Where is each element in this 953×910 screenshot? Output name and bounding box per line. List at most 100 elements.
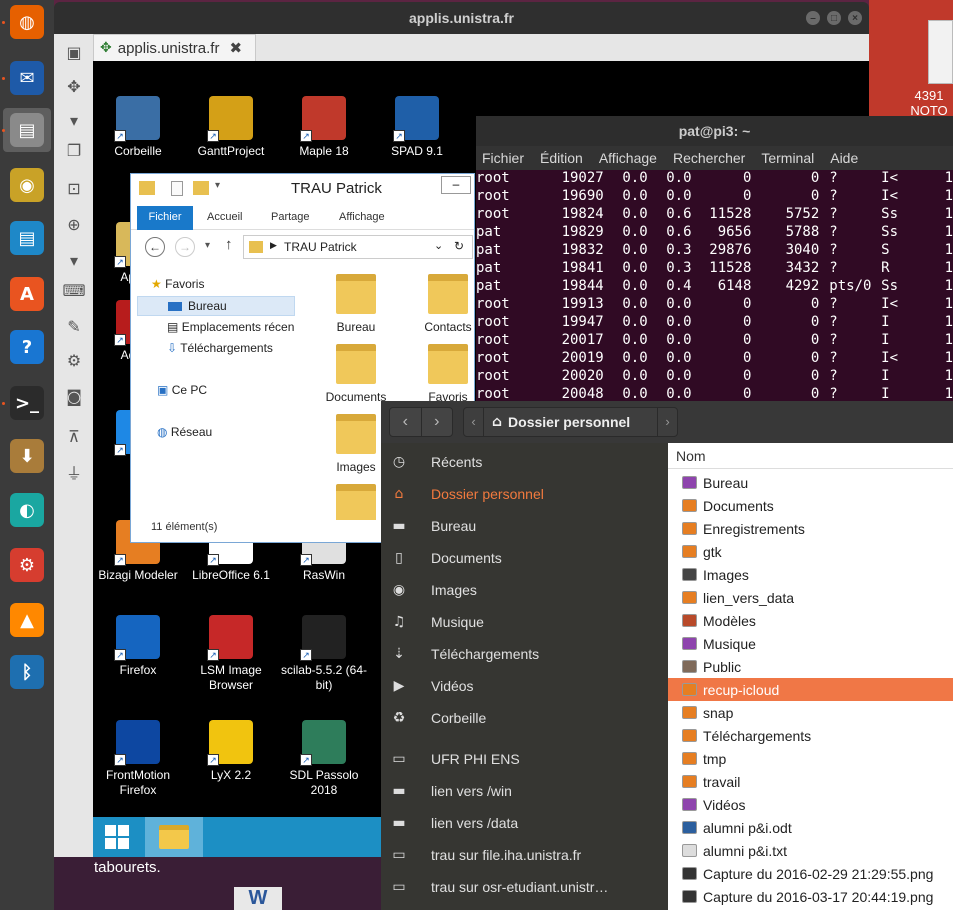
dock-item-help[interactable]: ? [3, 325, 51, 369]
terminal-menu-item[interactable]: Affichage [599, 150, 657, 166]
path-home-button[interactable]: ⌂ Dossier personnel [484, 408, 657, 436]
column-header-name[interactable]: Nom [668, 443, 953, 469]
sidebar-place[interactable]: ◷ Récents [381, 446, 668, 478]
chevron-down-icon[interactable]: ⌄ [434, 239, 443, 252]
sidebar-place[interactable]: ▭ trau sur file.iha.unistra.fr [381, 839, 668, 871]
screenshot-icon[interactable]: ◙ [62, 384, 86, 408]
desktop-file-icon[interactable] [928, 20, 953, 84]
file-row[interactable]: gtk [668, 540, 953, 563]
file-row[interactable]: Téléchargements [668, 724, 953, 747]
terminal-menu-item[interactable]: Terminal [761, 150, 814, 166]
tab-partage[interactable]: Partage [271, 211, 310, 223]
chevron-down-icon[interactable]: ▾ [62, 248, 86, 272]
file-row[interactable]: Enregistrements [668, 517, 953, 540]
sidebar-toggle-icon[interactable]: ▣ [62, 40, 86, 64]
desktop-shortcut[interactable]: ↗ GanttProject [185, 96, 277, 159]
quick-access-dropdown-icon[interactable]: ▾ [215, 180, 220, 191]
terminal-output[interactable]: root 19027 0.0 0.0 0 0? I< 1 root 19690 0.0 0.0 0 0? I… [476, 170, 953, 402]
nav-favoris[interactable]: ★ Favoris [151, 277, 204, 291]
explorer-titlebar[interactable]: ▾ TRAU Patrick – [131, 174, 474, 204]
explorer-item[interactable]: Favoris [409, 340, 475, 404]
chevron-right-icon[interactable]: › [422, 408, 453, 436]
sidebar-place[interactable]: ⇣ Téléchargements [381, 638, 668, 670]
up-button[interactable]: ↑ [225, 236, 233, 253]
file-row[interactable]: snap [668, 701, 953, 724]
file-row[interactable]: travail [668, 770, 953, 793]
minimize-icon[interactable]: ⊼ [62, 424, 86, 448]
maximize-button[interactable]: □ [827, 11, 841, 25]
desktop-shortcut[interactable]: ↗ scilab-5.5.2 (64-bit) [278, 615, 370, 693]
file-row[interactable]: alumni p&i.odt [668, 816, 953, 839]
sidebar-place[interactable]: ◉ Images [381, 574, 668, 606]
close-icon[interactable]: ✖ [229, 39, 242, 57]
fullscreen-icon[interactable]: ⊡ [62, 176, 86, 200]
sidebar-place[interactable]: ⌂ Dossier personnel [381, 478, 668, 510]
chevron-left-icon[interactable]: ‹ [464, 408, 484, 436]
dock-item-settings[interactable]: ⚙ [3, 543, 51, 587]
refresh-icon[interactable]: ↻ [454, 239, 464, 253]
chevron-right-icon[interactable]: › [657, 408, 677, 436]
back-button[interactable]: ← [145, 237, 165, 257]
desktop-shortcut[interactable]: ↗ Corbeille [92, 96, 184, 159]
minimize-button[interactable]: – [806, 11, 820, 25]
dock-item-vlc[interactable]: ▲ [3, 598, 51, 642]
dock-item-thunderbird[interactable]: ✉ [3, 56, 51, 100]
tab-affichage[interactable]: Affichage [339, 211, 385, 223]
desktop-shortcut[interactable]: ↗ Firefox [92, 615, 184, 678]
dock-item-software[interactable]: A [3, 272, 51, 316]
dock-item-remmina[interactable]: ◐ [3, 488, 51, 532]
nav-bureau[interactable]: Bureau [137, 296, 295, 316]
new-folder-icon[interactable] [193, 181, 209, 195]
windows-start-icon[interactable] [105, 825, 129, 849]
explorer-item[interactable]: Contacts [409, 270, 475, 334]
duplicate-icon[interactable]: ❐ [62, 138, 86, 162]
sidebar-place[interactable]: ▬ lien vers /win [381, 775, 668, 807]
keyboard-icon[interactable]: ⌨ [62, 278, 86, 302]
dock-item-files[interactable]: ▤ [3, 108, 51, 152]
explorer-item[interactable]: Documents [317, 340, 395, 404]
file-row[interactable]: lien_vers_data [668, 586, 953, 609]
address-bar[interactable]: ▶ TRAU Patrick ⌄ ↻ [243, 235, 473, 259]
dock-item-firefox[interactable]: ◍ [3, 0, 51, 44]
desktop-shortcut[interactable]: ↗ LyX 2.2 [185, 720, 277, 783]
word-icon[interactable]: W [234, 887, 282, 910]
properties-icon[interactable] [171, 181, 183, 196]
explorer-item[interactable]: Bureau [317, 270, 395, 334]
file-row[interactable]: tmp [668, 747, 953, 770]
sidebar-place[interactable]: ♻ Corbeille [381, 702, 668, 734]
dock-item-archive[interactable]: ⬇ [3, 434, 51, 478]
remote-window-titlebar[interactable]: applis.unistra.fr – □ × [54, 2, 869, 34]
remote-tab[interactable]: ✥ applis.unistra.fr ✖ [93, 34, 256, 61]
dock-item-bluetooth[interactable]: ᛒ [3, 650, 51, 694]
sidebar-place[interactable]: ▬ lien vers /data [381, 807, 668, 839]
nav-emplacements[interactable]: ▤ Emplacements récen [167, 320, 295, 334]
nav-reseau[interactable]: ◍ Réseau [157, 425, 212, 439]
nav-telechargements[interactable]: ⇩ Téléchargements [167, 341, 273, 355]
minimize-button[interactable]: – [441, 176, 471, 194]
tools-icon[interactable]: ✎ [62, 314, 86, 338]
dock-item-terminal[interactable]: >_ [3, 381, 51, 425]
terminal-menu-item[interactable]: Aide [830, 150, 858, 166]
sidebar-place[interactable]: ▬ Bureau [381, 510, 668, 542]
desktop-shortcut[interactable]: ↗ LSM Image Browser [185, 615, 277, 693]
file-row[interactable]: Public [668, 655, 953, 678]
recent-locations-dropdown[interactable]: ▾ [205, 240, 210, 251]
file-row[interactable]: Documents [668, 494, 953, 517]
file-row[interactable]: Capture du 2016-03-17 20:44:19.png [668, 885, 953, 908]
zoom-icon[interactable]: ⊕ [62, 212, 86, 236]
terminal-menu-item[interactable]: Rechercher [673, 150, 745, 166]
chevron-left-icon[interactable]: ‹ [390, 408, 422, 436]
preferences-icon[interactable]: ⚙ [62, 348, 86, 372]
sidebar-place[interactable]: ▯ Documents [381, 542, 668, 574]
terminal-menu-item[interactable]: Fichier [482, 150, 524, 166]
sidebar-place[interactable]: ▭ trau sur osr-etudiant.unistr… [381, 871, 668, 903]
file-row[interactable]: Modèles [668, 609, 953, 632]
file-row[interactable]: Images [668, 563, 953, 586]
file-row[interactable]: Bureau [668, 471, 953, 494]
dock-item-rhythmbox[interactable]: ◉ [3, 163, 51, 207]
nav-ce-pc[interactable]: ▣ Ce PC [157, 383, 207, 397]
chevron-down-icon[interactable]: ▾ [62, 108, 86, 132]
desktop-shortcut[interactable]: ↗ FrontMotion Firefox [92, 720, 184, 798]
desktop-shortcut[interactable]: ↗ SDL Passolo 2018 [278, 720, 370, 798]
file-row[interactable]: alumni p&i.txt [668, 839, 953, 862]
